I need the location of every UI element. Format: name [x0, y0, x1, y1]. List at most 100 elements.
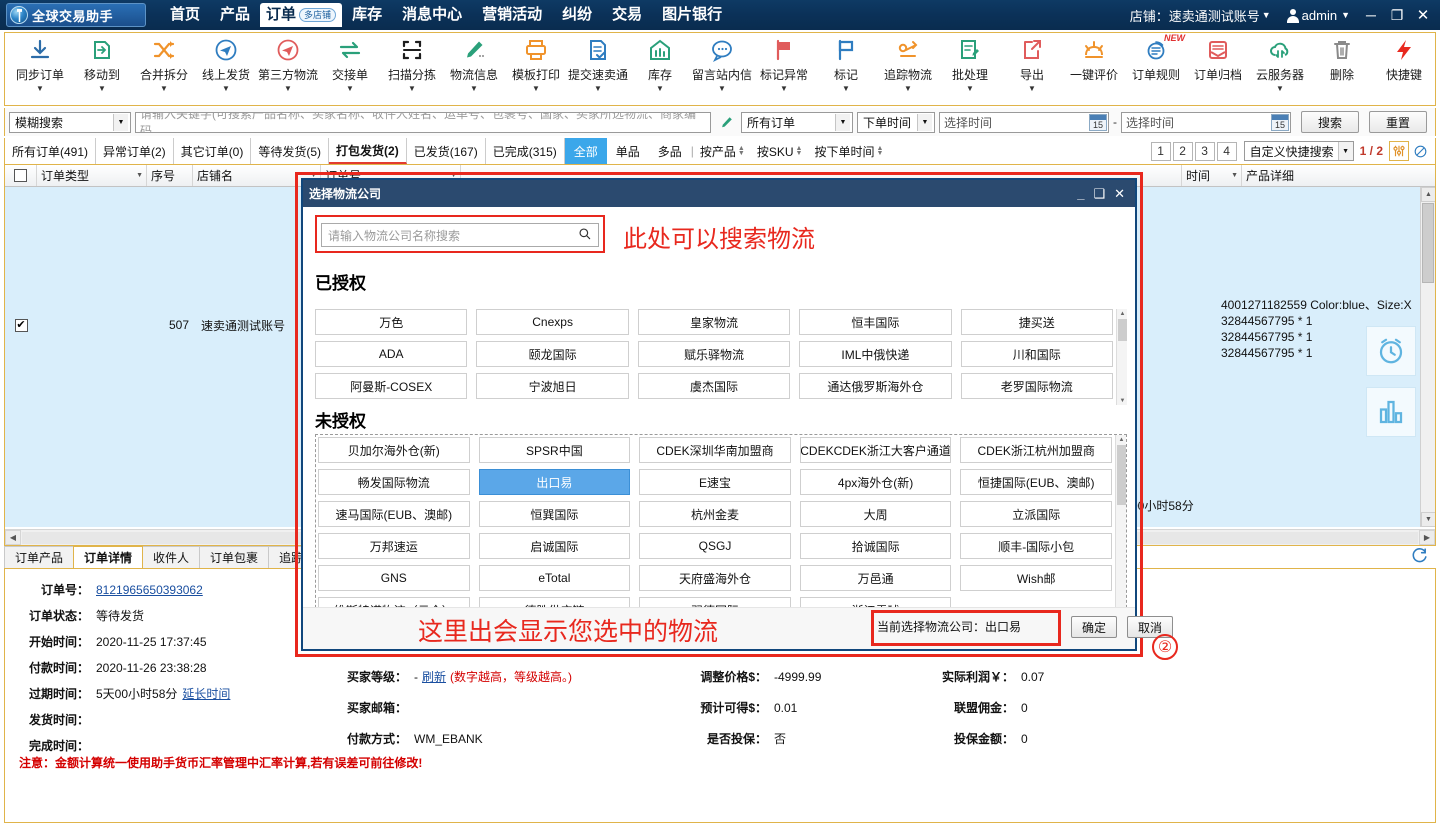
toolbar-cloud-server[interactable]: 云服务器 ▼: [1249, 33, 1311, 103]
search-button[interactable]: 搜索: [1301, 111, 1359, 133]
logistics-item[interactable]: 老罗国际物流: [960, 373, 1113, 399]
logistics-item[interactable]: 川和国际: [960, 341, 1113, 367]
toolbar-move-to[interactable]: 移动到 ▼: [71, 33, 133, 103]
chevron-down-icon[interactable]: ▼: [1231, 172, 1238, 179]
toolbar-handover-sheet[interactable]: 交接单 ▼: [319, 33, 381, 103]
confirm-button[interactable]: 确定: [1071, 616, 1117, 638]
chevron-down-icon[interactable]: ▼: [284, 85, 292, 93]
order-tab-waiting-ship[interactable]: 等待发货(5): [251, 138, 330, 164]
tab-recipient[interactable]: 收件人: [142, 546, 201, 568]
minimize-button[interactable]: ─: [1358, 7, 1384, 23]
chevron-down-icon[interactable]: ▼: [222, 85, 230, 93]
logistics-item[interactable]: 皇家物流: [637, 309, 791, 335]
logistics-item[interactable]: 启诚国际: [478, 533, 631, 559]
tab-order-detail[interactable]: 订单详情: [73, 546, 144, 568]
reset-button[interactable]: 重置: [1369, 111, 1427, 133]
logistics-item[interactable]: 羿德国际: [639, 597, 791, 607]
toolbar-scan-sort[interactable]: 扫描分拣 ▼: [381, 33, 443, 103]
logistics-item[interactable]: 维斯特诺物流（云仓）: [318, 597, 470, 607]
sorter-by-sku[interactable]: 按SKU ▲ ▼: [751, 138, 809, 164]
dialog-maximize-button[interactable]: ❑: [1093, 186, 1105, 202]
logistics-search-input[interactable]: 请输入物流公司名称搜索: [321, 223, 599, 247]
logistics-item[interactable]: 阿曼斯-COSEX: [315, 373, 468, 399]
filter-tab-all[interactable]: 全部: [564, 138, 607, 164]
toolbar-mark-abnormal[interactable]: 标记异常 ▼: [753, 33, 815, 103]
sorter-by-order-time[interactable]: 按下单时间 ▲ ▼: [808, 138, 889, 164]
page-button-3[interactable]: 3: [1194, 141, 1215, 161]
search-mode-select[interactable]: 模糊搜索 ▼: [9, 111, 131, 133]
nav-item-dispute[interactable]: 纠纷: [552, 0, 602, 30]
logistics-item[interactable]: Wish邮: [960, 565, 1112, 591]
toolbar-merge-split[interactable]: 合并拆分 ▼: [133, 33, 195, 103]
toolbar-order-archive[interactable]: 订单归档: [1187, 33, 1249, 103]
page-button-2[interactable]: 2: [1172, 141, 1193, 161]
row-checkbox[interactable]: ✔: [14, 318, 28, 332]
order-tab-packing-ship[interactable]: 打包发货(2): [329, 138, 407, 164]
date-to-input[interactable]: 选择时间 15: [1121, 111, 1291, 133]
logistics-item[interactable]: IML中俄快递: [799, 341, 952, 367]
chevron-down-icon[interactable]: ▼: [904, 85, 912, 93]
shop-selector[interactable]: 店铺：速卖通测试账号 ▼: [1122, 6, 1279, 25]
scroll-up-arrow[interactable]: ▲: [1421, 187, 1435, 202]
logistics-item[interactable]: 恒巽国际: [478, 501, 631, 527]
grid-vertical-scrollbar[interactable]: ▲ ▼: [1420, 187, 1435, 527]
logistics-item[interactable]: 杭州金麦: [639, 501, 791, 527]
quick-search-select[interactable]: 自定义快捷搜索 ▼: [1243, 141, 1354, 161]
logistics-item[interactable]: 万邑通: [799, 565, 952, 591]
chevron-down-icon[interactable]: ▼: [594, 85, 602, 93]
logistics-item[interactable]: 通达俄罗斯海外仓: [799, 373, 952, 399]
logistics-item[interactable]: 立派国际: [960, 501, 1112, 527]
order-tab-shipped[interactable]: 已发货(167): [407, 138, 486, 164]
authorized-scrollbar[interactable]: ▲ ▼: [1116, 309, 1127, 405]
toolbar-inventory[interactable]: 库存 ▼: [629, 33, 691, 103]
logistics-item[interactable]: 虞杰国际: [637, 373, 791, 399]
scroll-right-arrow[interactable]: ▶: [1419, 530, 1435, 545]
logistics-item[interactable]: SPSR中国: [478, 437, 631, 463]
logistics-item-selected[interactable]: 出口易: [478, 469, 631, 495]
chevron-down-icon[interactable]: ▼: [136, 172, 143, 179]
logistics-item[interactable]: ADA: [315, 341, 468, 367]
toolbar-online-ship[interactable]: 线上发货 ▼: [195, 33, 257, 103]
logistics-item[interactable]: 恒丰国际: [799, 309, 952, 335]
chevron-down-icon[interactable]: ▼: [408, 85, 416, 93]
grid-header-time[interactable]: 时间 ▼: [1182, 165, 1242, 186]
logistics-item[interactable]: E速宝: [639, 469, 791, 495]
tab-order-package[interactable]: 订单包裹: [199, 546, 270, 568]
logistics-item[interactable]: 顺丰-国际小包: [960, 533, 1112, 559]
refresh-buyer-level-link[interactable]: 刷新: [422, 668, 446, 685]
page-button-1[interactable]: 1: [1150, 141, 1171, 161]
logistics-item[interactable]: 捷买送: [960, 309, 1113, 335]
user-menu[interactable]: admin ▼: [1279, 8, 1358, 23]
search-icon[interactable]: [578, 227, 592, 244]
column-settings-icon[interactable]: [1389, 141, 1409, 161]
logistics-item[interactable]: 拾诚国际: [799, 533, 952, 559]
nav-item-inventory[interactable]: 库存: [342, 0, 392, 30]
row-checkbox-cell[interactable]: ✔: [5, 318, 37, 332]
nav-item-home[interactable]: 首页: [160, 0, 210, 30]
nav-item-product[interactable]: 产品: [210, 0, 260, 30]
logistics-item[interactable]: QSGJ: [639, 533, 791, 559]
close-button[interactable]: ✕: [1410, 6, 1436, 24]
chevron-down-icon[interactable]: ▼: [966, 85, 974, 93]
sorter-by-product[interactable]: 按产品 ▲ ▼: [694, 138, 751, 164]
chevron-down-icon[interactable]: ▼: [656, 85, 664, 93]
toolbar-submit-aliexpress[interactable]: 提交速卖通 ▼: [567, 33, 629, 103]
hide-columns-icon[interactable]: [1409, 144, 1431, 159]
logistics-item[interactable]: 万色: [315, 309, 468, 335]
chevron-down-icon[interactable]: ▼: [346, 85, 354, 93]
toolbar-batch-process[interactable]: 批处理 ▼: [939, 33, 1001, 103]
logistics-item[interactable]: Cnexps: [476, 309, 629, 335]
chevron-down-icon[interactable]: ▼: [780, 85, 788, 93]
nav-item-transaction[interactable]: 交易: [602, 0, 652, 30]
nav-item-image-bank[interactable]: 图片银行: [652, 0, 732, 30]
tab-order-products[interactable]: 订单产品: [4, 546, 75, 568]
logistics-item[interactable]: 颐龙国际: [476, 341, 629, 367]
toolbar-shortcut[interactable]: 快捷键: [1373, 33, 1435, 103]
toolbar-logistics-info[interactable]: 物流信息 ▼: [443, 33, 505, 103]
page-button-4[interactable]: 4: [1216, 141, 1237, 161]
grid-header-order-type[interactable]: 订单类型 ▼: [37, 165, 147, 186]
order-scope-select[interactable]: 所有订单 ▼: [741, 111, 853, 133]
unauthorized-scrollbar[interactable]: ▲ ▼: [1115, 435, 1126, 607]
grid-header-seq[interactable]: 序号: [147, 165, 193, 186]
logistics-item[interactable]: 德胜供应链: [478, 597, 631, 607]
